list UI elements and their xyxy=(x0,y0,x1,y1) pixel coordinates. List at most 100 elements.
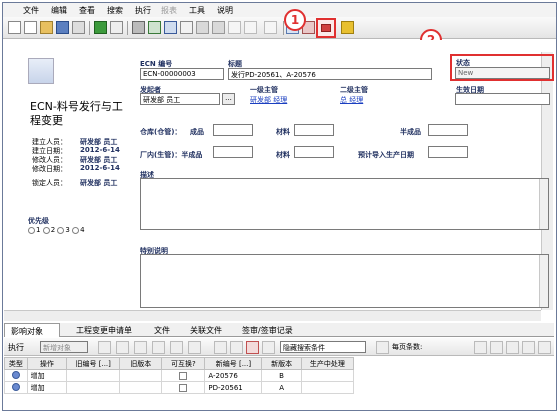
menu-search[interactable]: 搜索 xyxy=(107,5,123,16)
callout-one: 1 xyxy=(284,9,306,31)
item-unlock-icon[interactable] xyxy=(188,341,201,354)
column-header-action[interactable]: 操作 xyxy=(26,357,68,370)
warehouse-material-field[interactable] xyxy=(294,124,334,136)
locked-by-value: 研发部 员工 xyxy=(80,179,118,187)
link-icon[interactable] xyxy=(522,341,535,354)
menu-view[interactable]: 查看 xyxy=(79,5,95,16)
refresh-icon[interactable] xyxy=(94,21,107,34)
item-find-icon[interactable] xyxy=(262,341,275,354)
columns-icon[interactable] xyxy=(490,341,503,354)
column-header-new-version[interactable]: 新版本 xyxy=(261,357,302,370)
tab-related-files[interactable]: 关联文件 xyxy=(184,323,228,337)
column-header-old-version[interactable]: 旧版本 xyxy=(119,357,163,370)
menu-execute[interactable]: 执行 xyxy=(135,5,151,16)
menu-file[interactable]: 文件 xyxy=(23,5,39,16)
secondary-owner-link[interactable]: 总 经理 xyxy=(340,95,363,105)
warehouse-product-field[interactable] xyxy=(213,124,253,136)
description-scrollbar[interactable] xyxy=(539,179,548,229)
expected-date-field[interactable] xyxy=(428,146,468,158)
factory-material-field[interactable] xyxy=(294,146,334,158)
row-production-cell[interactable] xyxy=(300,369,355,382)
column-header-new-number[interactable]: 新编号 [...] xyxy=(204,357,263,370)
view-icon[interactable] xyxy=(148,21,161,34)
warehouse-product-label: 成品 xyxy=(190,128,204,136)
edit-form-icon[interactable] xyxy=(164,21,177,34)
special-scrollbar[interactable] xyxy=(539,255,548,307)
row-action-cell[interactable]: 增加 xyxy=(26,369,68,382)
new-object-dropdown[interactable]: 新增对象 xyxy=(40,341,88,353)
row-new-number-cell[interactable]: A-20576 xyxy=(204,369,263,382)
document-icon[interactable] xyxy=(180,21,193,34)
menu-help[interactable]: 说明 xyxy=(217,5,233,16)
save-icon[interactable] xyxy=(56,21,69,34)
copy-icon[interactable] xyxy=(24,21,37,34)
primary-owner-link[interactable]: 研发部 经理 xyxy=(250,95,287,105)
open-folder-icon[interactable] xyxy=(40,21,53,34)
lock-icon[interactable] xyxy=(196,21,209,34)
menu-tools[interactable]: 工具 xyxy=(189,5,205,16)
originator-field[interactable]: 研发部 员工 xyxy=(140,93,220,105)
item-lock-icon[interactable] xyxy=(170,341,183,354)
sign-icon[interactable] xyxy=(341,21,354,34)
row-new-number-cell[interactable]: PD-20561 xyxy=(204,381,263,394)
originator-browse-button[interactable]: ... xyxy=(222,93,235,105)
part-icon xyxy=(11,382,20,391)
column-header-old-number[interactable]: 旧编号 [...] xyxy=(66,357,121,370)
row-old-number-cell[interactable] xyxy=(66,369,121,382)
execute-menu[interactable]: 执行 xyxy=(8,342,24,353)
tab-files[interactable]: 文件 xyxy=(148,323,176,337)
item-undo-icon[interactable] xyxy=(214,341,227,354)
export-icon[interactable] xyxy=(506,341,519,354)
delete-icon[interactable] xyxy=(72,21,85,34)
title-field[interactable]: 发行PD-20561、A-20576 xyxy=(228,68,432,80)
priority-radio-1[interactable] xyxy=(28,226,35,234)
view-item-icon[interactable] xyxy=(134,341,147,354)
horizontal-scrollbar[interactable] xyxy=(4,310,541,321)
row-new-version-cell[interactable]: B xyxy=(261,369,302,382)
factory-label: 厂内(生管)：半成品 xyxy=(140,151,203,159)
priority-radio-4[interactable] xyxy=(72,226,80,234)
warehouse-semi-field[interactable] xyxy=(428,124,468,136)
hidden-search-dropdown[interactable]: 隐藏搜索条件 xyxy=(280,341,366,353)
table-row[interactable]: 增加 A-20576 B xyxy=(4,369,355,382)
column-header-production[interactable]: 生产中处理 xyxy=(300,357,355,370)
column-header-interchangeable[interactable]: 可互换? xyxy=(161,357,206,370)
interchangeable-checkbox[interactable] xyxy=(179,383,188,392)
tab-affected-items[interactable]: 影响对象 xyxy=(4,323,60,337)
priority-radio-3[interactable] xyxy=(57,226,65,234)
row-old-number-cell[interactable] xyxy=(66,381,121,394)
row-action-cell[interactable]: 增加 xyxy=(26,381,68,394)
filter-icon[interactable] xyxy=(376,341,389,354)
new-icon[interactable] xyxy=(8,21,21,34)
sort-icon[interactable] xyxy=(474,341,487,354)
add-icon[interactable] xyxy=(98,341,111,354)
interchangeable-checkbox[interactable] xyxy=(179,371,188,380)
priority-radio-2[interactable] xyxy=(42,226,50,234)
row-production-cell[interactable] xyxy=(300,381,355,394)
undo-icon[interactable] xyxy=(228,21,241,34)
unlock-icon[interactable] xyxy=(212,21,225,34)
row-old-version-cell[interactable] xyxy=(119,369,163,382)
clipboard-icon[interactable] xyxy=(110,21,123,34)
tools-icon[interactable] xyxy=(116,341,129,354)
row-old-version-cell[interactable] xyxy=(119,381,163,394)
signoff-icon[interactable] xyxy=(244,21,257,34)
promote-button[interactable] xyxy=(316,18,336,38)
factory-semi-field[interactable] xyxy=(213,146,253,158)
menu-edit[interactable]: 编辑 xyxy=(51,5,67,16)
special-textarea[interactable] xyxy=(140,254,549,308)
description-textarea[interactable] xyxy=(140,178,549,230)
item-search-icon[interactable] xyxy=(230,341,243,354)
print-icon[interactable] xyxy=(132,21,145,34)
item-clear-icon[interactable] xyxy=(246,341,259,354)
find-icon[interactable] xyxy=(264,21,277,34)
effective-date-field[interactable] xyxy=(455,93,550,105)
copy-rows-icon[interactable] xyxy=(538,341,551,354)
tab-signoffs[interactable]: 签审/签审记录 xyxy=(236,323,299,337)
tab-ecr[interactable]: 工程变更申请单 xyxy=(70,323,138,337)
ecn-number-field[interactable]: ECN-00000003 xyxy=(140,68,224,80)
row-new-version-cell[interactable]: A xyxy=(261,381,302,394)
edit-item-icon[interactable] xyxy=(152,341,165,354)
table-row[interactable]: 增加 PD-20561 A xyxy=(4,381,355,394)
column-header-type[interactable]: 类型 xyxy=(4,357,28,370)
